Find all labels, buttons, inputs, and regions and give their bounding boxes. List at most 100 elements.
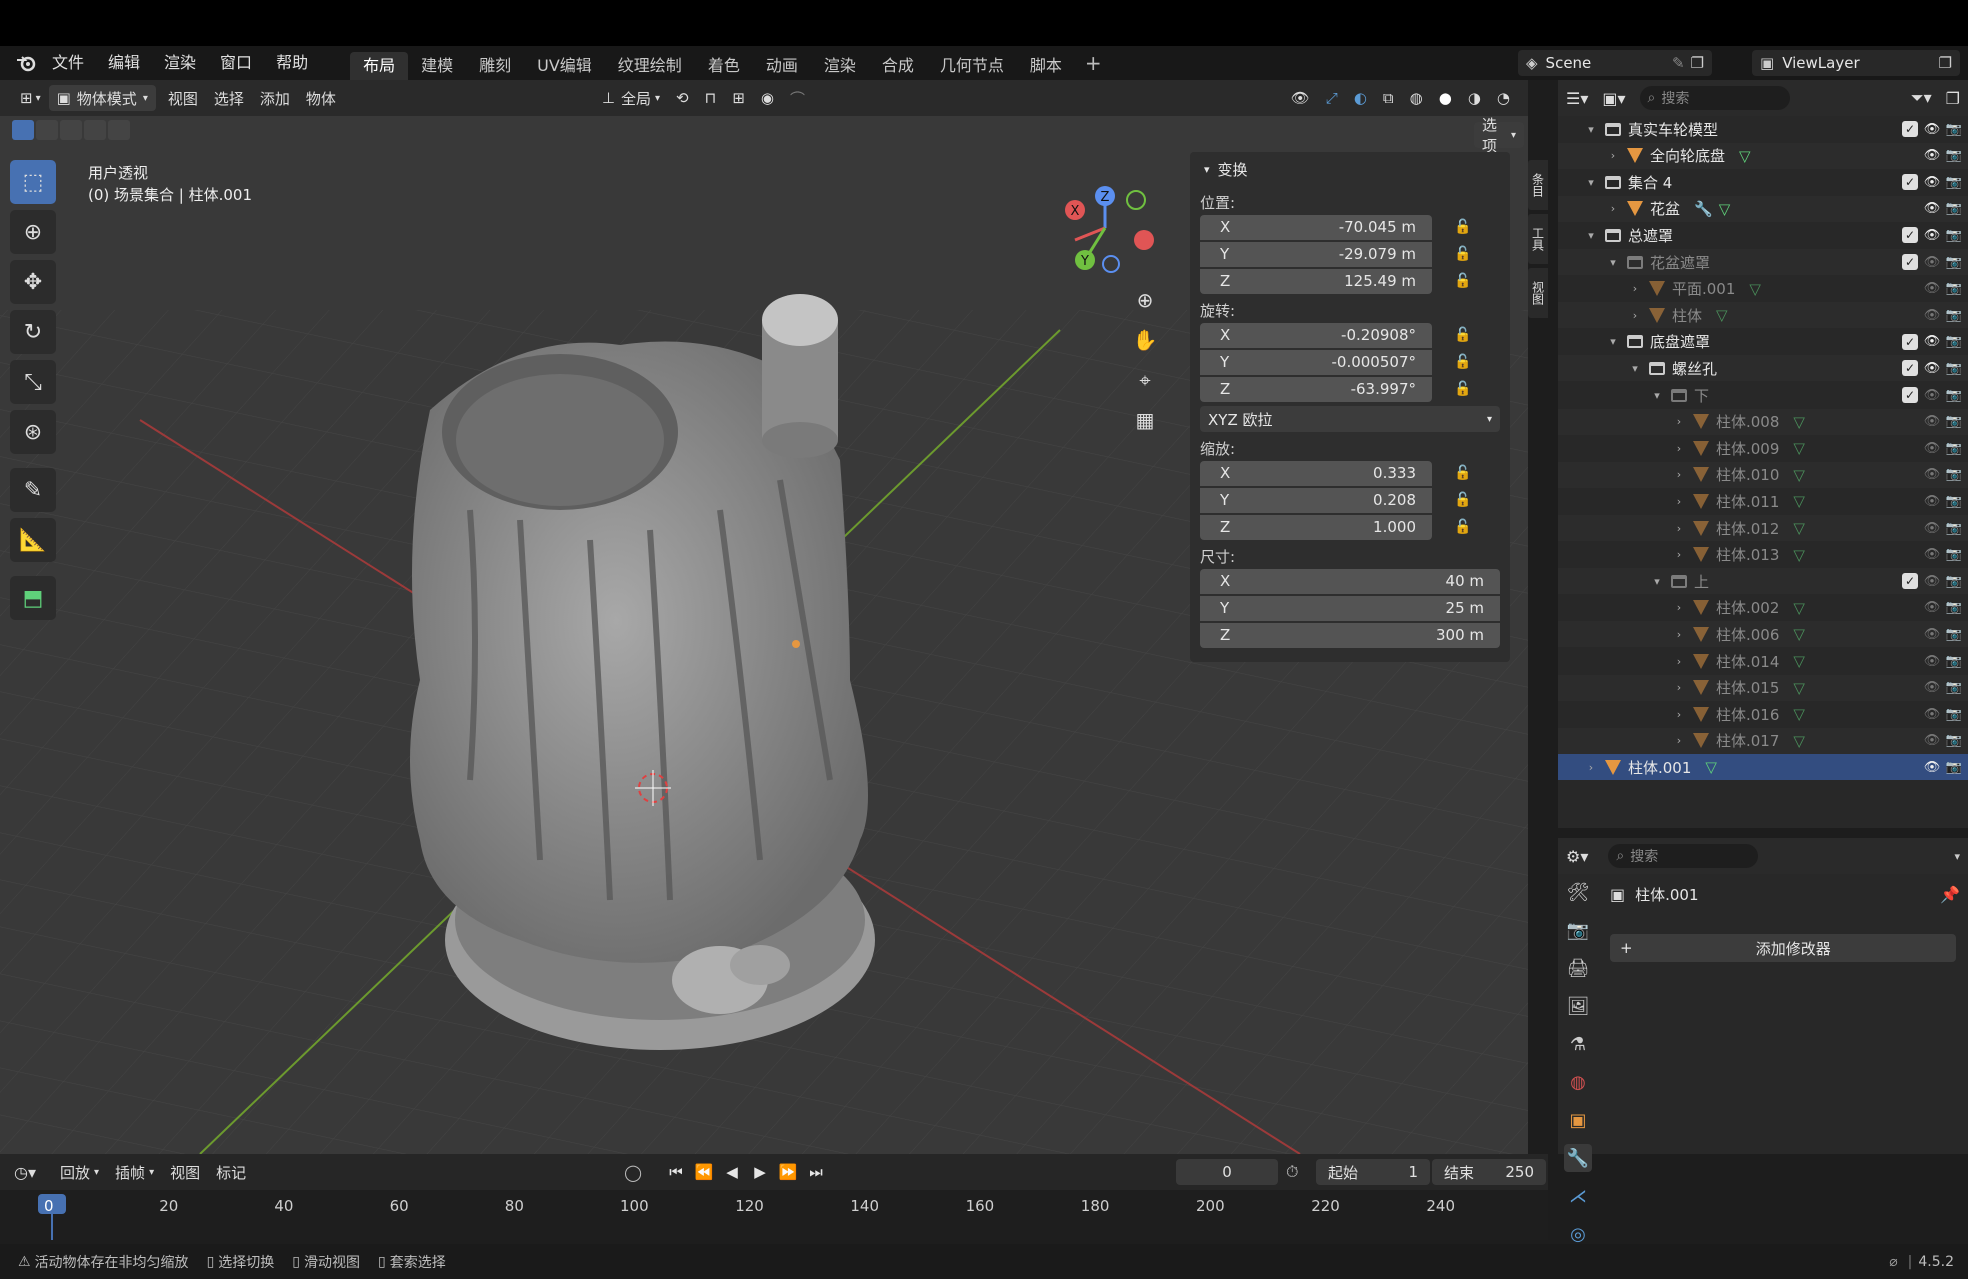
eye-icon[interactable]: 👁 [1924,626,1941,642]
timeline-ruler[interactable]: 0 20 40 60 80 100 120 140 160 180 200 220 240 [0,1194,1548,1240]
gizmo-button[interactable]: ⤢ [1318,85,1346,111]
menu-marker[interactable]: 标记 [208,1159,254,1185]
select-extend-icon[interactable] [36,120,58,140]
chevron-right-icon[interactable]: › [1672,522,1686,535]
modifier-wrench-icon[interactable]: 🔧 [1564,1144,1592,1172]
include-checkbox[interactable]: ✓ [1902,121,1918,137]
eye-icon[interactable]: 👁 [1924,600,1941,616]
location-y-field[interactable]: Y -29.079 m [1200,241,1432,267]
camera-icon[interactable]: 📷 [1946,626,1962,642]
chevron-right-icon[interactable]: › [1606,149,1620,162]
current-frame-field[interactable]: 0 [1176,1159,1278,1185]
filter-icon[interactable]: ⏷▾ [1911,88,1932,108]
camera-icon[interactable]: 📷 [1946,706,1962,722]
tab-sculpting[interactable]: 雕刻 [466,52,524,80]
outliner-row[interactable]: › 柱体.017 ▽ 👁 📷 [1558,727,1968,754]
3d-viewport[interactable]: ⊞ ▾ ▣ 物体模式 ▾ 视图 选择 添加 物体 ⊥ 全局 ▾ ⟲ ⊓ ⊞ ◉ ⌒… [0,80,1528,1154]
scale-z-field[interactable]: Z 1.000 [1200,514,1432,540]
eye-icon[interactable]: 👁 [1924,440,1941,456]
chevron-down-icon[interactable]: ▾ [1606,335,1620,348]
camera-icon[interactable]: 📷 [1946,680,1962,696]
chevron-down-icon[interactable]: ▾ [1650,389,1664,402]
mesh-data-icon[interactable]: ▽ [1793,439,1805,457]
tab-tool[interactable]: 工具 [1528,214,1548,264]
chevron-down-icon[interactable]: ▾ [1628,362,1642,375]
camera-icon[interactable]: 📷 [1946,281,1962,297]
rotate-tool[interactable]: ↻ [10,310,56,354]
add-cube-tool[interactable]: ⬒ [10,576,56,620]
zoom-icon[interactable]: ⊕ [1130,288,1160,318]
chevron-right-icon[interactable]: › [1584,761,1598,774]
scale-x-field[interactable]: X 0.333 [1200,460,1432,486]
scale-y-field[interactable]: Y 0.208 [1200,487,1432,513]
tab-scripting[interactable]: 脚本 [1017,52,1075,80]
outliner-row[interactable]: › 柱体.009 ▽ 👁 📷 [1558,435,1968,461]
menu-keying[interactable]: 插帧 ▾ [107,1159,162,1185]
chevron-right-icon[interactable]: › [1628,282,1642,295]
properties-editor-icon[interactable]: ⚙▾ [1566,847,1588,866]
mesh-data-icon[interactable]: ▽ [1793,705,1805,723]
select-box-tool[interactable]: ⬚ [10,160,56,204]
solid-shading-button[interactable]: ● [1431,85,1460,111]
eye-icon[interactable]: 👁 [1924,227,1941,243]
mesh-data-icon[interactable]: ▽ [1793,599,1805,617]
eye-icon[interactable]: 👁 [1924,387,1941,403]
annotate-tool[interactable]: ✎ [10,468,56,512]
eye-icon[interactable]: 👁 [1924,653,1941,669]
chevron-down-icon[interactable]: ▾ [1584,123,1598,136]
chevron-right-icon[interactable]: › [1672,468,1686,481]
visibility-button[interactable]: 👁 [1283,85,1318,111]
outliner-row[interactable]: ▾ 集合 4 ✓ 👁 📷 [1558,169,1968,195]
outliner-row[interactable]: › 花盆 🔧 ▽ 👁 📷 [1558,195,1968,222]
view-layer-icon[interactable]: 🖼 [1564,992,1592,1020]
outliner-row[interactable]: › 柱体.010 ▽ 👁 📷 [1558,461,1968,488]
mesh-data-icon[interactable]: ▽ [1793,652,1805,670]
new-view-layer-icon[interactable]: ❐ [1939,54,1952,72]
chevron-down-icon[interactable]: ▾ [1584,229,1598,242]
mesh-data-icon[interactable]: ▽ [1719,200,1731,218]
pan-hand-icon[interactable]: ✋ [1130,328,1160,358]
tab-compositing[interactable]: 合成 [869,52,927,80]
lock-icon[interactable]: 🔓 [1448,327,1478,343]
eye-icon[interactable]: 👁 [1924,254,1941,270]
outliner-row[interactable]: ▾ 上 ✓ 👁 📷 [1558,568,1968,595]
chevron-right-icon[interactable]: › [1672,601,1686,614]
chevron-down-icon[interactable]: ▾ [1650,575,1664,588]
include-checkbox[interactable]: ✓ [1902,333,1918,350]
tab-geometry-nodes[interactable]: 几何节点 [927,52,1017,80]
lock-icon[interactable]: 🔓 [1448,519,1478,535]
menu-view[interactable]: 视图 [162,1159,208,1185]
chevron-right-icon[interactable]: › [1672,681,1686,694]
pin-icon[interactable]: ✎ [1672,54,1685,72]
mesh-data-icon[interactable]: ▽ [1793,732,1805,750]
camera-icon[interactable]: 📷 [1946,121,1962,137]
outliner-row[interactable]: › 柱体.002 ▽ 👁 📷 [1558,595,1968,621]
pivot-point-button[interactable]: ⟲ [668,85,697,111]
transform-orientation-selector[interactable]: ⊥ 全局 ▾ [594,85,668,111]
outliner-row[interactable]: ▾ 总遮罩 ✓ 👁 📷 [1558,222,1968,248]
view-layer-selector[interactable]: ▣ ViewLayer ❐ [1752,50,1960,76]
location-z-field[interactable]: Z 125.49 m [1200,268,1432,294]
tab-animation[interactable]: 动画 [753,52,811,80]
lock-icon[interactable]: 🔓 [1448,246,1478,262]
include-checkbox[interactable]: ✓ [1902,387,1918,403]
eye-icon[interactable]: 👁 [1924,307,1941,323]
xray-button[interactable]: ⧉ [1375,85,1402,111]
lock-icon[interactable]: 🔓 [1448,354,1478,370]
eye-icon[interactable]: 👁 [1924,467,1941,483]
display-mode-icon[interactable]: ▣▾ [1602,89,1625,108]
scale-tool[interactable]: ⤡ [10,360,56,404]
outliner-row[interactable]: › 全向轮底盘 ▽ 👁 📷 [1558,142,1968,169]
camera-icon[interactable]: 📷 [1946,759,1962,775]
menu-object[interactable]: 物体 [298,85,344,111]
menu-window[interactable]: 窗口 [208,46,264,80]
camera-icon[interactable]: 📷 [1946,600,1962,616]
camera-icon[interactable]: 📷 [1946,148,1962,164]
eye-icon[interactable]: 👁 [1924,281,1941,297]
overlays-button[interactable]: ◐ [1346,85,1375,111]
record-icon[interactable]: ◯ [624,1163,642,1182]
stopwatch-icon[interactable]: ⏱ [1286,1162,1298,1182]
camera-icon[interactable]: 📷 [1946,493,1962,509]
outliner-row[interactable]: › 柱体.006 ▽ 👁 📷 [1558,621,1968,648]
object-icon[interactable]: ▣ [1564,1106,1592,1134]
